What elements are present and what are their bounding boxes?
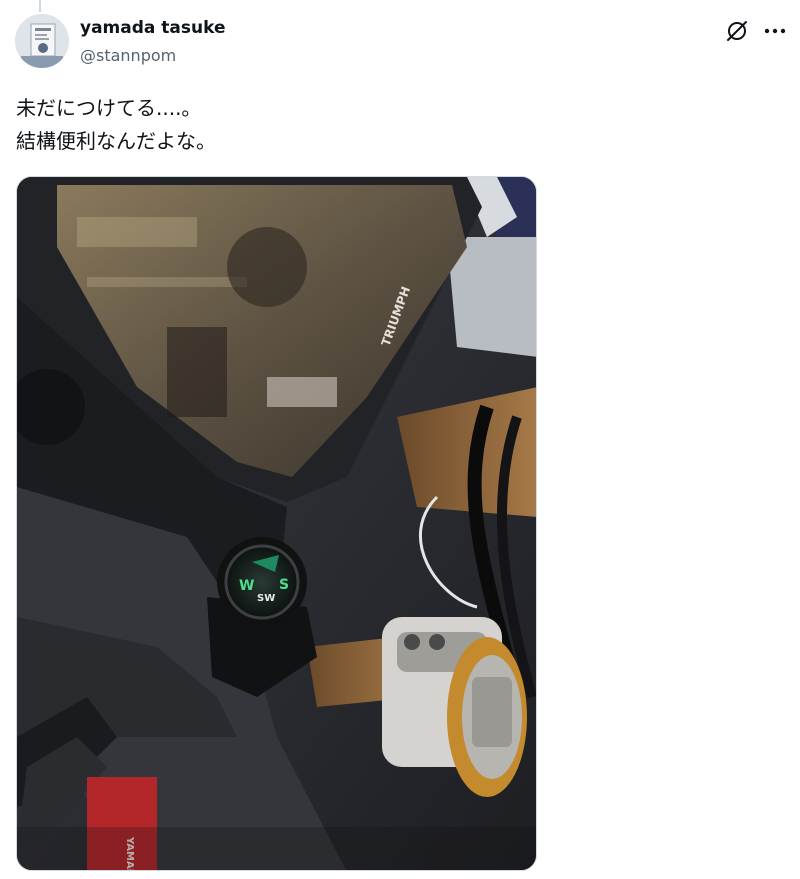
photo-icon: TRIUMPH W SW S YAMAHA (17, 177, 536, 870)
thread-connector-line (39, 0, 41, 12)
user-handle[interactable]: @stannpom (80, 46, 176, 65)
svg-text:S: S (279, 577, 289, 593)
display-name[interactable]: yamada tasuke (80, 18, 226, 38)
svg-text:SW: SW (257, 593, 275, 604)
tweet-text: 未だにつけてる....。 結構便利なんだよな。 (16, 92, 776, 158)
post-photo[interactable]: TRIUMPH W SW S YAMAHA (16, 176, 537, 871)
more-horizontal-icon[interactable] (760, 18, 790, 44)
user-avatar-icon (15, 14, 69, 68)
grok-slash-icon[interactable] (724, 18, 750, 44)
avatar[interactable] (15, 14, 69, 68)
tweet-text-line: 未だにつけてる....。 (16, 96, 202, 120)
svg-text:W: W (239, 578, 254, 594)
tweet-text-line: 結構便利なんだよな。 (16, 129, 216, 153)
